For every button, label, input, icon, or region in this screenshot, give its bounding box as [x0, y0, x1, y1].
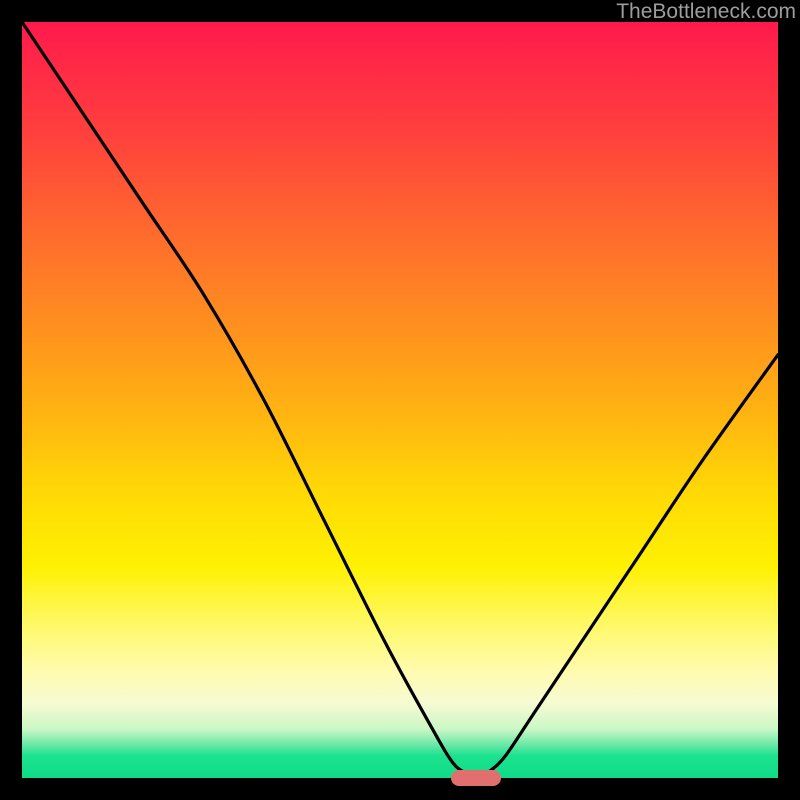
- bottleneck-curve: [22, 22, 778, 778]
- optimal-range-marker: [451, 770, 501, 786]
- attribution-text: TheBottleneck.com: [616, 0, 796, 24]
- chart-frame: [22, 22, 778, 778]
